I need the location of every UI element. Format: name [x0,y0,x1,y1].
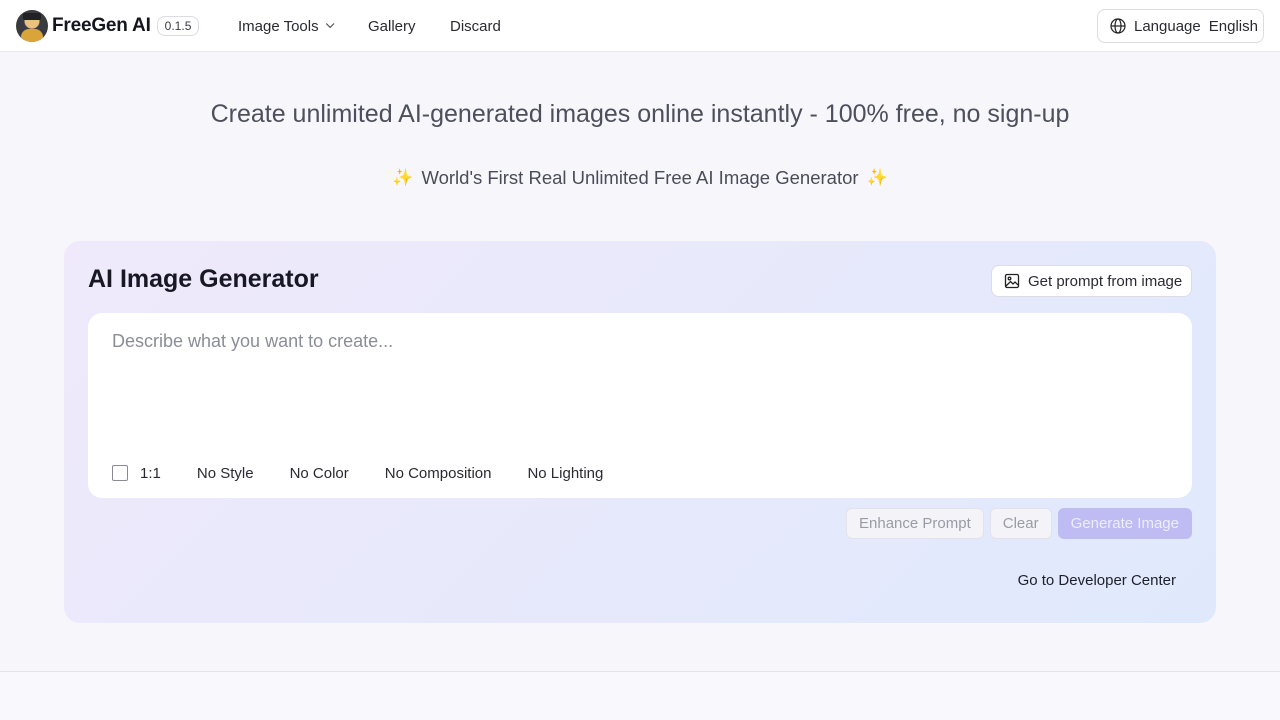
nav-image-tools-dropdown[interactable]: Image Tools [238,0,334,52]
aspect-ratio-option[interactable]: 1:1 [140,465,161,482]
style-option[interactable]: No Style [197,465,254,482]
logo-link[interactable]: FreeGen AI 0.1.5 [16,10,200,42]
language-label: Language [1134,17,1201,35]
generator-card: AI Image Generator Get prompt from image… [64,241,1216,623]
enhance-prompt-button[interactable]: Enhance Prompt [846,508,984,539]
generation-options: 1:1 No Style No Color No Composition No … [112,464,639,482]
lighting-option[interactable]: No Lighting [527,465,603,482]
language-selector-button[interactable]: Language English [1097,9,1264,43]
sparkle-icon: ✨ [866,168,888,187]
brand-name: FreeGen AI [52,15,151,36]
color-option[interactable]: No Color [290,465,349,482]
aspect-ratio-checkbox[interactable] [112,465,128,481]
globe-icon [1110,18,1126,34]
hero-subtitle-row: ✨ World's First Real Unlimited Free AI I… [0,167,1280,189]
hero-subtitle: World's First Real Unlimited Free AI Ima… [421,167,859,188]
footer [0,672,1280,720]
get-prompt-from-image-button[interactable]: Get prompt from image [991,265,1192,297]
logo-avatar [16,10,48,42]
clear-button[interactable]: Clear [989,508,1052,539]
developer-center-link[interactable]: Go to Developer Center [1018,572,1176,589]
nav-discard-link[interactable]: Discard [450,0,501,52]
prompt-input-container: 1:1 No Style No Color No Composition No … [88,313,1192,498]
version-badge: 0.1.5 [156,16,200,36]
prompt-input[interactable] [112,331,1162,431]
generator-title: AI Image Generator [88,265,319,293]
get-prompt-label: Get prompt from image [1028,272,1183,290]
composition-option[interactable]: No Composition [385,465,492,482]
image-icon [1004,273,1020,289]
language-value: English [1208,17,1258,35]
nav-gallery-link[interactable]: Gallery [368,0,416,52]
generate-image-button[interactable]: Generate Image [1057,508,1192,539]
action-buttons: Enhance Prompt Clear Generate Image [846,508,1192,539]
nav-image-tools-label: Image Tools [238,17,319,35]
hero-title: Create unlimited AI-generated images onl… [210,100,1070,128]
sparkle-icon: ✨ [392,168,414,187]
top-navigation-bar: FreeGen AI 0.1.5 Image Tools Gallery Dis… [0,0,1280,52]
chevron-down-icon [325,19,334,29]
